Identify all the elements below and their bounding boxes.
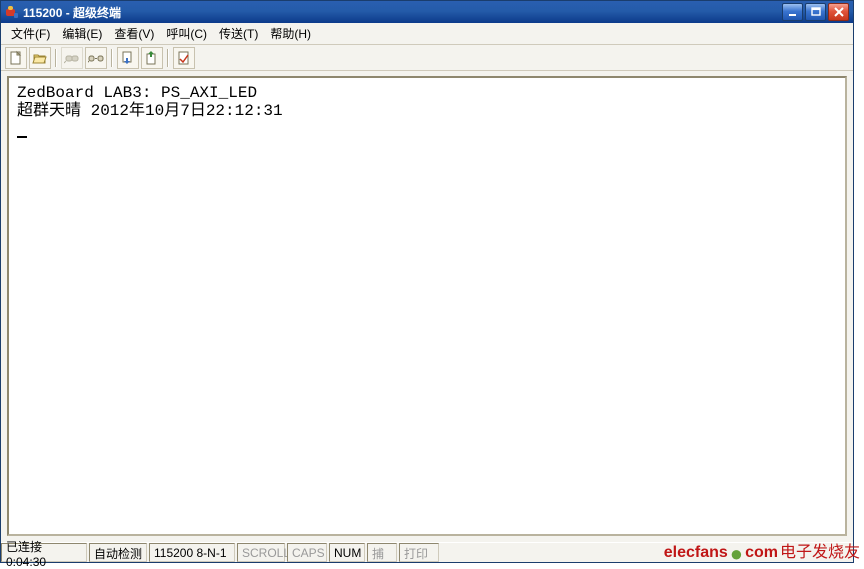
app-icon [5,5,19,19]
status-scroll: SCROLL [237,543,285,562]
status-autodetect: 自动检测 [89,543,147,562]
status-connected: 已连接 0:04:30 [1,543,87,562]
watermark-com: com [745,544,778,562]
terminal-line: ZedBoard LAB3: PS_AXI_LED [17,84,257,102]
menu-transfer[interactable]: 传送(T) [213,23,264,44]
receive-button[interactable] [141,47,163,69]
watermark-brand: elecfans [664,544,728,562]
toolbar-separator [53,47,59,69]
toolbar [1,45,853,71]
terminal-frame: ZedBoard LAB3: PS_AXI_LED 超群天晴 2012年10月7… [7,76,847,536]
close-button[interactable] [828,3,849,21]
new-button[interactable] [5,47,27,69]
menu-help[interactable]: 帮助(H) [264,23,317,44]
menu-view[interactable]: 查看(V) [108,23,160,44]
menu-edit[interactable]: 编辑(E) [56,23,108,44]
status-caps: CAPS [287,543,327,562]
watermark-cn: 电子发烧友 [780,538,860,562]
terminal-line: 超群天晴 2012年10月7日22:12:31 [17,102,283,120]
client-area: ZedBoard LAB3: PS_AXI_LED 超群天晴 2012年10月7… [1,71,853,542]
window-title: 115200 - 超级终端 [23,4,782,21]
app-window: 115200 - 超级终端 文件(F) 编辑(E) 查看(V) 呼叫(C) 传送… [0,0,854,563]
menu-bar: 文件(F) 编辑(E) 查看(V) 呼叫(C) 传送(T) 帮助(H) [1,23,853,45]
menu-file[interactable]: 文件(F) [5,23,56,44]
window-buttons [782,3,849,21]
send-button[interactable] [117,47,139,69]
properties-button[interactable] [173,47,195,69]
open-button[interactable] [29,47,51,69]
status-num: NUM [329,543,365,562]
menu-call[interactable]: 呼叫(C) [160,23,213,44]
maximize-button[interactable] [805,3,826,21]
status-capture: 捕 [367,543,397,562]
status-port-settings: 115200 8-N-1 [149,543,235,562]
watermark: elecfans●com 电子发烧友 [664,538,860,562]
toolbar-separator [109,47,115,69]
status-print: 打印 [399,543,439,562]
terminal-cursor [17,122,27,138]
title-bar[interactable]: 115200 - 超级终端 [1,1,853,23]
toolbar-separator [165,47,171,69]
disconnect-button[interactable] [85,47,107,69]
minimize-button[interactable] [782,3,803,21]
terminal-output[interactable]: ZedBoard LAB3: PS_AXI_LED 超群天晴 2012年10月7… [13,82,841,530]
connect-button[interactable] [61,47,83,69]
